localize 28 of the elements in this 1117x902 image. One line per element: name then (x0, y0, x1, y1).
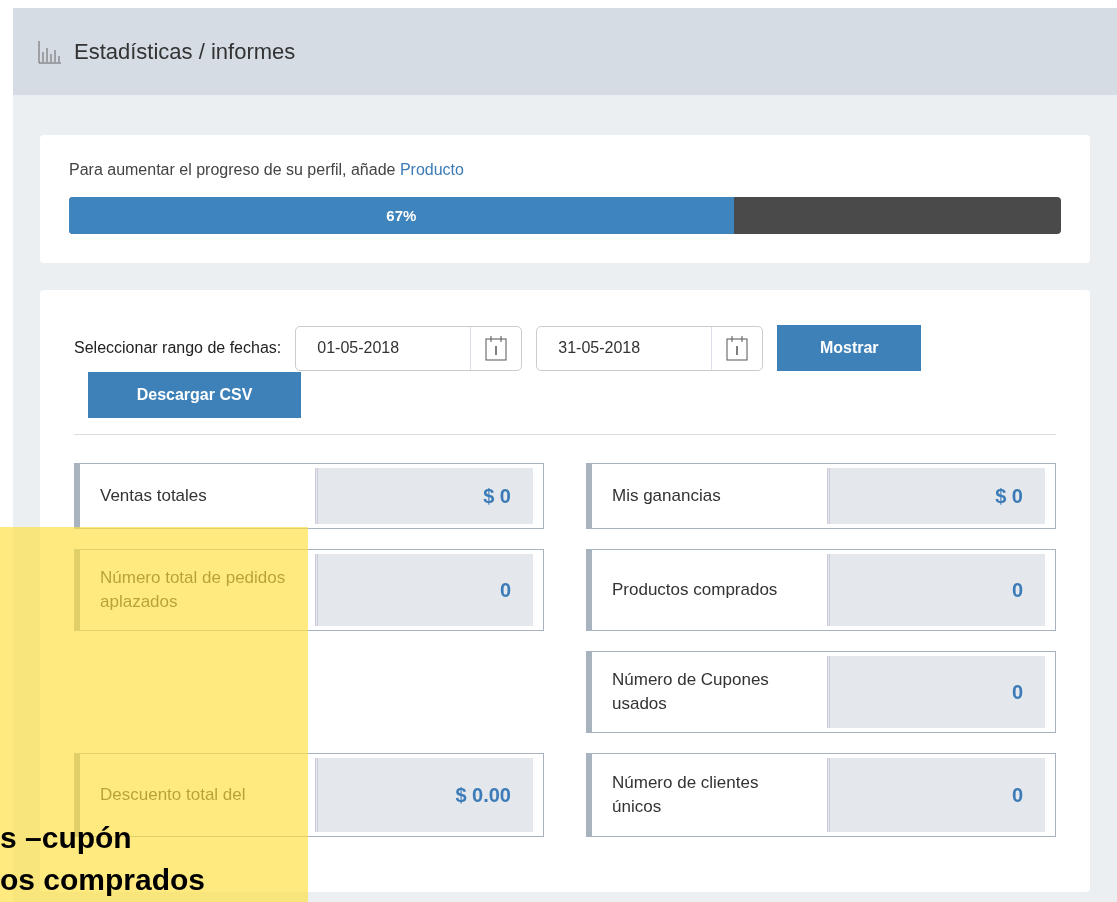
stat-label: Número de Cupones usados (612, 669, 770, 715)
stat-value: 0 (827, 554, 1045, 626)
download-csv-button[interactable]: Descargar CSV (88, 372, 301, 418)
stat-value: $ 0 (827, 468, 1045, 524)
progress-reading: 67% (386, 207, 417, 224)
stat-label: Número total de pedidos aplazados (100, 567, 287, 613)
stat-value: 0 (827, 758, 1045, 832)
stat-label: Mis ganancias (612, 485, 722, 508)
date-field[interactable]: 31-05-2018 (536, 325, 764, 371)
stat-label: Ventas totales (100, 485, 208, 508)
product-link[interactable]: Producto (399, 161, 464, 178)
stat-value: 0 (315, 554, 533, 626)
show-button[interactable]: Mostrar (777, 325, 922, 371)
stat-value: 0 (827, 656, 1045, 728)
page-title: Estadísticas / informes (74, 38, 296, 65)
stat-label: Productos comprados (612, 579, 779, 602)
stat-value: $ 0.00 (315, 758, 533, 832)
date-range-label: Seleccionar rango de fechas: (74, 339, 282, 357)
overlay-text: os comprados (0, 862, 206, 898)
bar-chart-icon (38, 39, 62, 64)
profile-text: Para aumentar el progreso de su perfil, añade Producto (69, 161, 464, 178)
calendar-icon[interactable] (726, 335, 749, 361)
stat-label: Descuento total del (100, 784, 247, 807)
stat-value: $ 0 (315, 468, 533, 524)
calendar-icon[interactable] (485, 335, 508, 361)
stat-label: Número de clientes únicos (612, 772, 760, 818)
overlay-text: s –cupón (0, 820, 133, 856)
date-field[interactable]: 01-05-2018 (295, 325, 523, 371)
